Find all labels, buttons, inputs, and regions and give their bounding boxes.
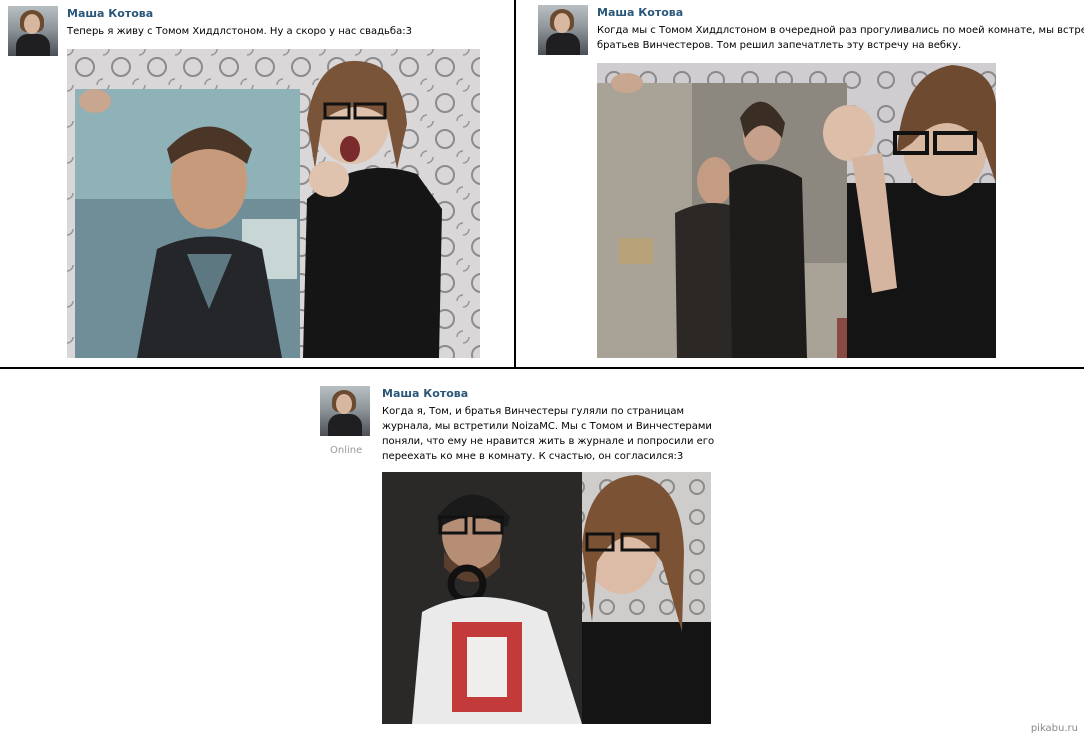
author-avatar[interactable]: [538, 5, 588, 55]
post-text-line: Когда мы с Томом Хиддлстоном в очередной…: [597, 25, 1084, 36]
post-photo[interactable]: [67, 49, 480, 358]
photo-image: [597, 63, 996, 358]
post-text: Теперь я живу с Томом Хиддлстоном. Ну а …: [67, 24, 412, 39]
post-text-line: Теперь я живу с Томом Хиддлстоном. Ну а …: [67, 26, 412, 37]
wall-post-2: Маша Котова Когда мы с Томом Хиддлстоном…: [516, 0, 1084, 367]
wall-post-1: Маша Котова Теперь я живу с Томом Хиддлс…: [0, 0, 514, 367]
watermark: pikabu.ru: [1030, 723, 1078, 734]
post-text-line: поняли, что ему не нравится жить в журна…: [382, 436, 715, 447]
post-text-line: переехать ко мне в комнату. К счастью, о…: [382, 451, 684, 462]
photo-image: [382, 472, 711, 724]
post-text-line: журнала, мы встретили NoizaMC. Мы с Томо…: [382, 421, 712, 432]
author-name-link[interactable]: Маша Котова: [382, 387, 468, 400]
post-text-line: Когда я, Том, и братья Винчестеры гуляли…: [382, 406, 685, 417]
post-text: Когда я, Том, и братья Винчестеры гуляли…: [382, 404, 714, 464]
author-name-link[interactable]: Маша Котова: [67, 7, 153, 20]
post-text-line: братьев Винчестеров. Том решил запечатле…: [597, 40, 962, 51]
online-status: Online: [330, 445, 363, 456]
photo-image: [67, 49, 480, 358]
author-avatar[interactable]: [320, 386, 370, 436]
post-photo[interactable]: [382, 472, 711, 724]
wall-post-3: Online Маша Котова Когда я, Том, и брать…: [0, 369, 1084, 738]
post-photo[interactable]: [597, 63, 996, 358]
author-name-link[interactable]: Маша Котова: [597, 6, 683, 19]
author-avatar[interactable]: [8, 6, 58, 56]
post-text: Когда мы с Томом Хиддлстоном в очередной…: [597, 23, 1084, 53]
